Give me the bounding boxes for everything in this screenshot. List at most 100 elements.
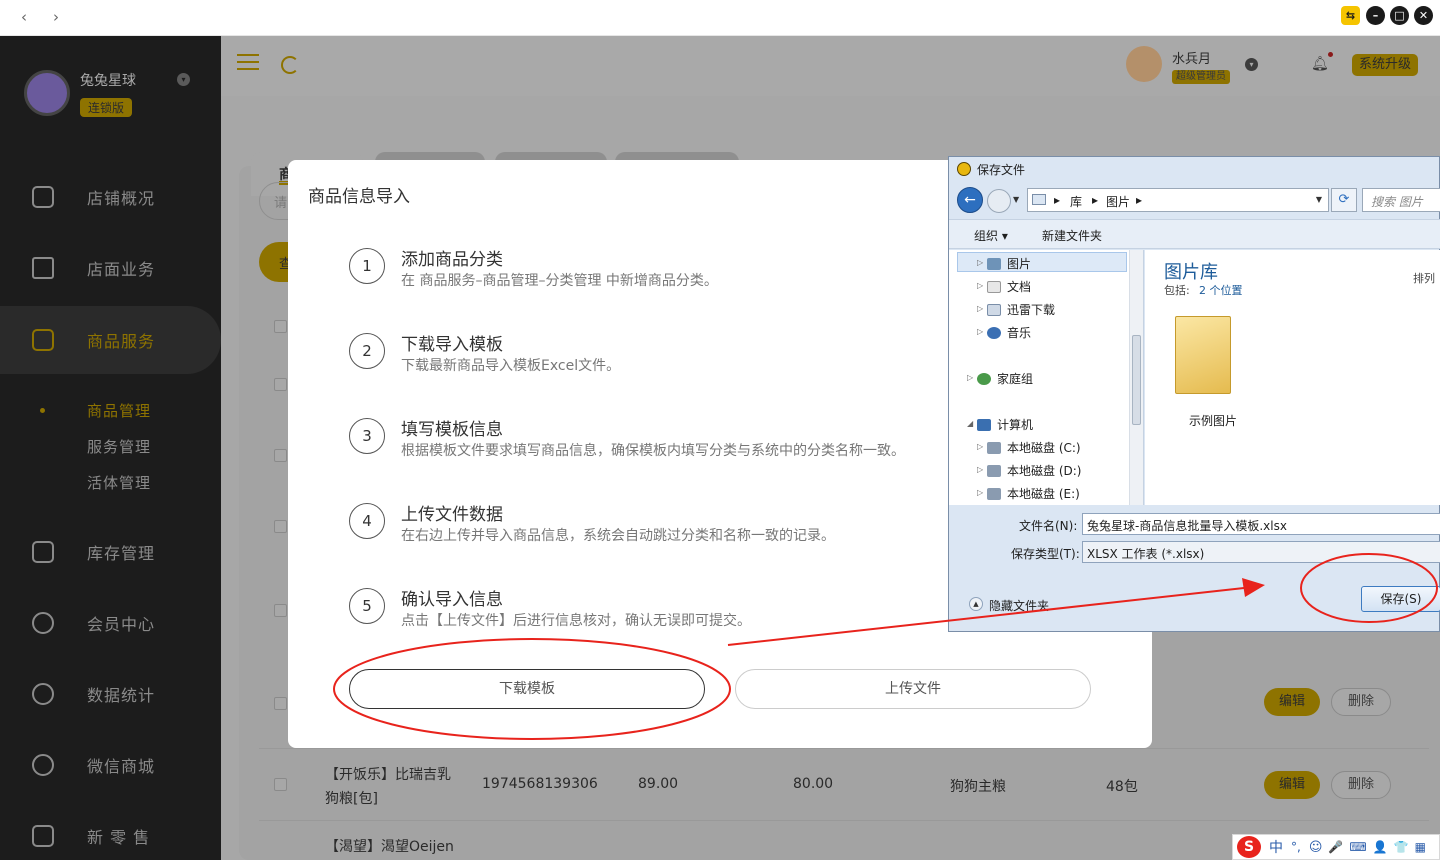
brand-badge: 连锁版 [80, 98, 133, 117]
bag-icon [32, 329, 54, 351]
brand-name: 兔兔星球 [80, 73, 136, 89]
bell-icon[interactable]: 🔔︎ [1311, 56, 1329, 72]
edit-button[interactable]: 编辑 [1264, 688, 1320, 716]
tree-label: 迅雷下载 [1007, 303, 1056, 317]
sidebar-item-label: 店铺概况 [87, 189, 156, 208]
chevron-down-icon[interactable]: ▾ [177, 73, 190, 86]
tree-item-downloads[interactable]: 迅雷下载 [987, 301, 1055, 318]
row-checkbox[interactable] [274, 604, 287, 617]
tree-label: 文档 [1007, 280, 1032, 294]
sidebar-item-retail[interactable]: 新 零 售 [0, 806, 221, 860]
music-icon [987, 326, 1001, 339]
tree-item-drive-e[interactable]: 本地磁盘 (E:) [987, 485, 1080, 502]
back-arrow-icon[interactable]: ← [957, 187, 983, 213]
cube-icon [32, 825, 54, 847]
library-icon [1032, 194, 1046, 205]
tree-item-pictures[interactable]: 图片 [987, 255, 1031, 272]
close-icon[interactable]: ✕ [1414, 6, 1433, 25]
row-checkbox[interactable] [274, 697, 287, 710]
address-bar[interactable]: ▸ 库 ▸ 图片 ▸ ▼ [1027, 188, 1329, 212]
row-checkbox[interactable] [274, 778, 287, 791]
upgrade-button[interactable]: 系统升级 [1352, 54, 1418, 76]
sidebar-item-members[interactable]: 会员中心 [0, 593, 221, 653]
hide-folders-toggle[interactable]: 隐藏文件夹 [989, 597, 1049, 614]
row-checkbox[interactable] [274, 320, 287, 333]
step-title: 添加商品分类 [401, 250, 503, 270]
edit-button[interactable]: 编辑 [1264, 771, 1320, 799]
path-segment[interactable]: 库 [1070, 193, 1082, 210]
user-icon[interactable]: 👤 [1373, 840, 1388, 854]
search-input[interactable]: 搜索 图片 [1362, 188, 1440, 212]
sidebar-item-store[interactable]: 店面业务 [0, 238, 221, 298]
sidebar-item-stats[interactable]: 数据统计 [0, 664, 221, 724]
step-title: 确认导入信息 [401, 590, 503, 610]
forward-button[interactable]: › [44, 6, 68, 28]
sidebar-item-overview[interactable]: 店铺概况 [0, 167, 221, 227]
ime-toolbar: S 中 °, ☺ 🎤 ⌨ 👤 👕 ▦ [1232, 834, 1440, 860]
chevron-down-icon[interactable]: ▼ [1316, 195, 1322, 204]
sidebar-item-label: 店面业务 [87, 260, 156, 279]
emoji-icon[interactable]: ☺ [1309, 840, 1323, 855]
row-checkbox[interactable] [274, 449, 287, 462]
minimize-icon[interactable]: – [1366, 6, 1385, 25]
chevron-down-icon[interactable]: ▾ [1245, 58, 1258, 71]
tree-item-homegroup[interactable]: 家庭组 [977, 370, 1033, 387]
download-template-button[interactable]: 下载模板 [349, 669, 705, 709]
nav-scrollbar[interactable] [1129, 250, 1143, 505]
new-folder-button[interactable]: 新建文件夹 [1042, 227, 1102, 244]
ime-punct[interactable]: °, [1291, 840, 1301, 854]
tree-item-drive-d[interactable]: 本地磁盘 (D:) [987, 462, 1081, 479]
library-locations-link[interactable]: 2 个位置 [1199, 282, 1243, 298]
tree-item-music[interactable]: 音乐 [987, 324, 1031, 341]
skin-icon[interactable]: 👕 [1394, 840, 1409, 854]
mic-icon[interactable]: 🎤 [1328, 840, 1343, 854]
subitem-live-mgmt[interactable]: 活体管理 [87, 472, 151, 493]
filename-input[interactable]: 兔兔星球-商品信息批量导入模板.xlsx [1082, 513, 1440, 535]
tree-item-computer[interactable]: 计算机 [977, 416, 1033, 433]
sidebar-item-inventory[interactable]: 库存管理 [0, 522, 221, 582]
toolbox-icon[interactable]: ▦ [1415, 840, 1426, 854]
modal-title: 商品信息导入 [308, 187, 410, 207]
menu-icon[interactable] [237, 54, 259, 70]
member-icon [32, 612, 54, 634]
scrollbar-thumb[interactable] [1132, 335, 1141, 425]
subitem-service-mgmt[interactable]: 服务管理 [87, 436, 151, 457]
sidebar-item-label: 商品服务 [87, 332, 156, 351]
user-name: 水兵月 [1172, 52, 1212, 67]
sidebar-item-wechat[interactable]: 微信商城 [0, 735, 221, 795]
swap-icon[interactable]: ⇆ [1341, 6, 1360, 25]
filetype-select[interactable]: XLSX 工作表 (*.xlsx) [1082, 541, 1440, 563]
forward-arrow-icon[interactable] [987, 189, 1011, 213]
row-checkbox[interactable] [274, 520, 287, 533]
history-dropdown-icon[interactable]: ▼ [1013, 195, 1019, 204]
save-button[interactable]: 保存(S) [1361, 586, 1440, 612]
chevron-up-icon[interactable]: ▲ [969, 597, 983, 611]
refresh-icon[interactable] [281, 56, 299, 74]
arrange-by[interactable]: 排列 [1413, 270, 1435, 286]
refresh-icon[interactable]: ⟳ [1331, 188, 1357, 212]
folder-label[interactable]: 示例图片 [1189, 412, 1237, 429]
tree-item-drive-c[interactable]: 本地磁盘 (C:) [987, 439, 1081, 456]
path-segment[interactable]: 图片 [1106, 193, 1130, 210]
subitem-product-mgmt[interactable]: 商品管理 [87, 400, 151, 421]
keyboard-icon[interactable]: ⌨ [1349, 840, 1366, 854]
step-desc: 根据模板文件要求填写商品信息，确保模板内填写分类与系统中的分类名称一致。 [401, 443, 905, 459]
sidebar-item-products[interactable]: 商品服务 [0, 310, 221, 370]
delete-button[interactable]: 删除 [1331, 771, 1391, 799]
tree-label: 本地磁盘 (E:) [1007, 487, 1080, 501]
product-barcode: 1974568139306 [482, 776, 598, 792]
sogou-logo-icon[interactable]: S [1237, 836, 1261, 858]
upload-file-button[interactable]: 上传文件 [735, 669, 1091, 709]
app-icon [957, 162, 971, 176]
tree-item-documents[interactable]: 文档 [987, 278, 1031, 295]
wechat-icon [32, 754, 54, 776]
nav-pane: ▷ 图片 ▷ 文档 ▷ 迅雷下载 ▷ 音乐 ▷ 家庭组 ◢ 计算机 ▷ 本地磁盘… [949, 250, 1144, 505]
folder-icon[interactable] [1175, 316, 1231, 394]
delete-button[interactable]: 删除 [1331, 688, 1391, 716]
back-button[interactable]: ‹ [12, 6, 36, 28]
maximize-icon[interactable]: □ [1390, 6, 1409, 25]
organize-button[interactable]: 组织 ▾ [974, 227, 1008, 244]
row-checkbox[interactable] [274, 378, 287, 391]
ime-mode[interactable]: 中 [1269, 837, 1283, 857]
avatar[interactable] [1126, 46, 1162, 82]
